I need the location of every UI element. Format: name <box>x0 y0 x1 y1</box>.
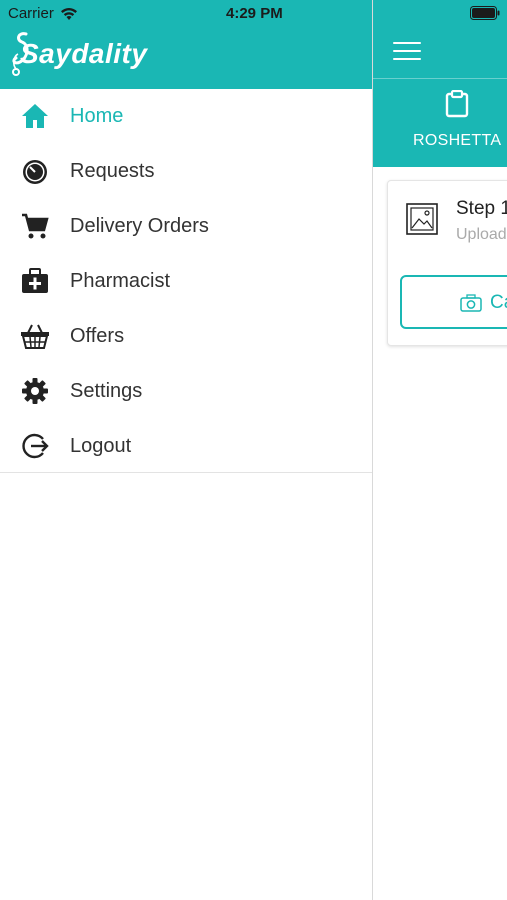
camera-button[interactable]: Camera <box>400 275 507 329</box>
clipboard-icon <box>445 90 469 118</box>
menu-item-logout[interactable]: Logout <box>0 419 372 474</box>
menu-label-logout: Logout <box>70 435 132 457</box>
wifi-icon <box>60 7 77 20</box>
camera-icon <box>460 294 482 312</box>
menu-label-pharmacist: Pharmacist <box>70 270 171 292</box>
menu-label-requests: Requests <box>70 160 155 182</box>
step-title: Step 1 <box>456 198 507 219</box>
menu-label-settings: Settings <box>70 380 143 402</box>
step-subtitle: Upload <box>456 226 507 243</box>
menu-item-offers[interactable]: Offers <box>0 309 372 364</box>
battery-icon <box>470 6 500 20</box>
menu-label-home: Home <box>70 105 124 127</box>
carrier-label: Carrier <box>8 5 54 22</box>
stopwatch-icon <box>23 160 47 184</box>
menu-label-delivery-orders: Delivery Orders <box>70 215 209 237</box>
medical-kit-icon <box>22 268 48 293</box>
status-carrier: Carrier <box>8 5 78 22</box>
header-divider <box>373 78 507 79</box>
menu-item-settings[interactable]: Settings <box>0 364 372 419</box>
menu-item-delivery-orders[interactable]: Delivery Orders <box>0 199 372 254</box>
main-header: ROSHETTA <box>373 0 507 167</box>
menu-item-pharmacist[interactable]: Pharmacist <box>0 254 372 309</box>
side-drawer: Carrier 4:29 PM Saydality Home Requests … <box>0 0 372 900</box>
gear-icon <box>22 378 48 404</box>
tab-roshetta[interactable]: ROSHETTA <box>413 132 501 150</box>
image-icon <box>406 203 438 235</box>
drawer-menu: Home Requests Delivery Orders Pharmacist… <box>0 89 372 474</box>
menu-label-offers: Offers <box>70 325 125 347</box>
menu-item-requests[interactable]: Requests <box>0 144 372 199</box>
main-content: ROSHETTA Step 1 Upload Camera <box>372 0 507 900</box>
cart-icon <box>22 213 49 239</box>
logo-text: Saydality <box>20 38 148 69</box>
status-time: 4:29 PM <box>226 5 283 22</box>
logout-icon <box>22 433 49 459</box>
step-card: Step 1 Upload Camera <box>387 180 507 346</box>
drawer-header: Carrier 4:29 PM Saydality <box>0 0 372 89</box>
menu-toggle-button[interactable] <box>393 42 421 62</box>
home-icon <box>22 104 48 128</box>
camera-label: Camera <box>490 292 507 313</box>
menu-item-home[interactable]: Home <box>0 89 372 144</box>
basket-icon <box>21 324 49 349</box>
menu-divider <box>0 472 372 473</box>
